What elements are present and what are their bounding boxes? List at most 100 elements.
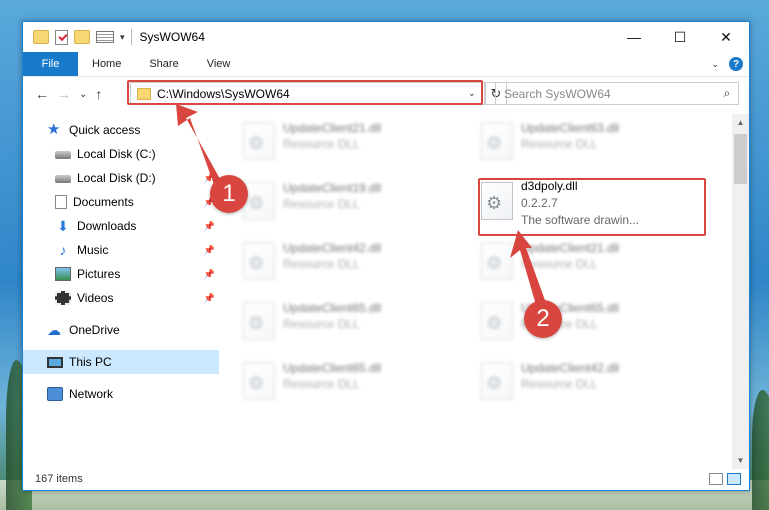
dll-file-icon [481,122,513,160]
up-button[interactable]: ↑ [95,86,102,102]
sidebar-item-label: This PC [69,355,112,369]
file-highlight-box [478,178,706,236]
sidebar-item-label: OneDrive [69,323,120,337]
ribbon-tabs: File Home Share View ⌄ ? [23,52,749,77]
navigation-buttons: ← → ⌄ ↑ [23,86,128,102]
disk-icon [55,151,71,159]
sidebar-item-label: Network [69,387,114,401]
back-button[interactable]: ← [35,86,49,102]
step-2-badge: 2 [524,300,562,338]
file-type: Resource DLL [283,377,360,391]
disk-icon [55,175,71,183]
pin-icon[interactable]: 📌 [204,269,215,280]
sidebar-item-onedrive[interactable]: ☁ OneDrive [23,318,219,342]
sidebar-item-local-disk-c[interactable]: Local Disk (C:) [23,142,219,166]
dll-file-icon [481,302,513,340]
sidebar-item-this-pc[interactable]: This PC [23,350,219,374]
view-properties-icon[interactable] [96,31,114,43]
document-icon [55,195,67,209]
file-item[interactable]: UpdateClient21.dll Resource DLL [477,236,697,288]
file-item[interactable]: UpdateClient63.dll Resource DLL [477,116,697,168]
minimize-button[interactable]: — [611,22,657,52]
pin-icon[interactable]: 📌 [204,293,215,304]
sidebar-item-label: Downloads [77,219,137,233]
tab-file[interactable]: File [23,52,78,76]
dll-file-icon [243,242,275,280]
customize-toolbar-caret-icon[interactable]: ▾ [120,32,125,43]
file-item[interactable]: UpdateClient21.dll Resource DLL [239,116,459,168]
file-type: Resource DLL [283,257,360,271]
download-icon: ⬇ [57,218,69,234]
sidebar-item-label: Videos [77,291,114,305]
file-name: UpdateClient42.dll [521,361,620,375]
expand-ribbon-chevron-icon[interactable]: ⌄ [711,59,719,70]
dll-file-icon [243,182,275,220]
network-icon [47,387,63,401]
dll-file-icon [481,242,513,280]
properties-check-icon[interactable] [55,29,68,45]
help-icon[interactable]: ? [729,57,743,71]
file-name: UpdateClient42.dll [283,241,382,255]
tab-home[interactable]: Home [78,52,135,76]
scroll-down-icon[interactable]: ▼ [732,452,749,469]
file-item[interactable]: UpdateClient42.dll Resource DLL [477,356,697,408]
maximize-button[interactable]: ☐ [657,22,703,52]
file-item[interactable]: UpdateClient65.dll Resource DLL [239,356,459,408]
file-type: Resource DLL [283,197,360,211]
file-name: UpdateClient21.dll [521,241,620,255]
dll-file-icon [243,122,275,160]
file-name: UpdateClient21.dll [283,121,382,135]
folder-icon [33,30,49,44]
palm-tree-decoration [752,390,769,510]
sidebar-item-label: Local Disk (D:) [77,171,156,185]
sidebar-item-local-disk-d[interactable]: Local Disk (D:) 📌 [23,166,219,190]
sidebar-item-label: Local Disk (C:) [77,147,156,161]
file-list: UpdateClient21.dll Resource DLL UpdateCl… [219,114,733,469]
recent-locations-button[interactable]: ⌄ [79,89,87,100]
pictures-icon [55,267,71,281]
sidebar-item-pictures[interactable]: Pictures 📌 [23,262,219,286]
close-button[interactable]: ✕ [703,22,749,52]
file-name: UpdateClient63.dll [521,121,620,135]
sidebar-item-music[interactable]: ♪ Music 📌 [23,238,219,262]
sidebar-item-label: Documents [73,195,134,209]
file-type: Resource DLL [521,257,598,271]
sidebar-item-downloads[interactable]: ⬇ Downloads 📌 [23,214,219,238]
videos-icon [55,291,71,305]
navigation-pane: ★ Quick access Local Disk (C:) Local Dis… [23,114,219,469]
details-view-icon[interactable] [709,473,723,485]
address-highlight-box [127,80,483,105]
item-count: 167 items [35,473,83,485]
vertical-scrollbar[interactable]: ▲ ▼ [732,114,749,469]
large-icons-view-icon[interactable] [727,473,741,485]
search-icon[interactable]: ⌕ [716,86,738,101]
sidebar-item-documents[interactable]: Documents 📌 [23,190,219,214]
scrollbar-thumb[interactable] [734,134,747,184]
sidebar-item-label: Music [77,243,109,257]
step-1-badge: 1 [210,175,248,213]
title-separator [130,29,132,45]
file-type: Resource DLL [283,317,360,331]
forward-button[interactable]: → [57,86,71,102]
new-folder-icon[interactable] [74,30,90,44]
file-type: Resource DLL [521,137,598,151]
tab-share[interactable]: Share [135,52,192,76]
scroll-up-icon[interactable]: ▲ [732,114,749,131]
sidebar-item-videos[interactable]: Videos 📌 [23,286,219,310]
file-item[interactable]: UpdateClient19.dll Resource DLL [239,176,459,228]
sidebar-item-label: Pictures [77,267,121,281]
file-item[interactable]: UpdateClient65.dll Resource DLL [239,296,459,348]
file-item[interactable]: UpdateClient42.dll Resource DLL [239,236,459,288]
computer-icon [47,356,63,368]
status-bar: 167 items [23,468,749,490]
music-icon: ♪ [59,242,67,258]
pin-icon[interactable]: 📌 [204,221,215,232]
sidebar-item-label: Quick access [69,123,141,137]
search-input[interactable] [504,86,716,101]
sidebar-item-network[interactable]: Network [23,382,219,406]
pin-icon[interactable]: 📌 [204,245,215,256]
sidebar-item-quick-access[interactable]: ★ Quick access [23,118,219,142]
search-box[interactable]: ⌕ [495,82,739,105]
tab-view[interactable]: View [193,52,245,76]
file-item[interactable]: UpdateClient65.dll Resource DLL [477,296,697,348]
